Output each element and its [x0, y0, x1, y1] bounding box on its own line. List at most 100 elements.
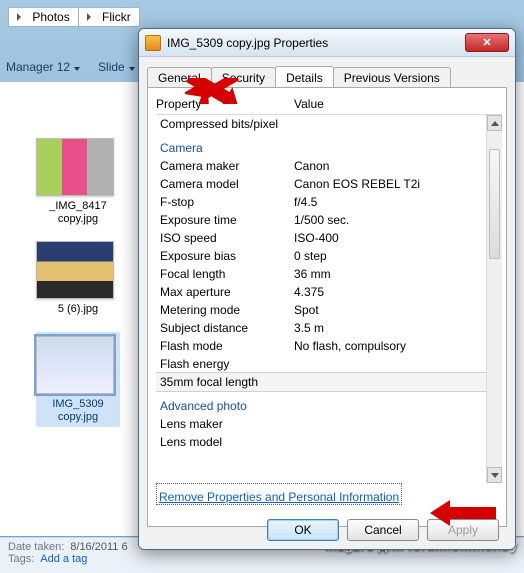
breadcrumb-segment[interactable]: Flickr [78, 7, 140, 27]
ok-button[interactable]: OK [267, 519, 339, 541]
property-value[interactable]: No flash, compulsory [294, 339, 502, 353]
file-name: IMG_5309 copy.jpg [36, 398, 120, 423]
file-thumb[interactable]: _IMG_8417 copy.jpg [36, 138, 120, 225]
breadcrumb-segment[interactable]: Photos [8, 7, 78, 27]
property-name: Flash mode [156, 339, 294, 353]
file-thumb[interactable]: 5 (6).jpg [36, 241, 120, 316]
properties-list[interactable]: Compressed bits/pixelCameraCamera makerC… [156, 115, 502, 483]
add-tag-link[interactable]: Add a tag [40, 553, 87, 565]
scrollbar[interactable] [486, 115, 502, 483]
dialog-buttons: OK Cancel Apply [267, 519, 499, 541]
image-file-icon [145, 35, 161, 51]
close-icon: ✕ [482, 36, 491, 49]
property-value[interactable]: Spot [294, 303, 502, 317]
property-row[interactable]: Camera modelCanon EOS REBEL T2i [156, 175, 502, 193]
property-row[interactable]: Flash energy [156, 355, 502, 373]
window-title: IMG_5309 copy.jpg Properties [167, 36, 465, 50]
property-row[interactable]: F-stopf/4.5 [156, 193, 502, 211]
property-name: Metering mode [156, 303, 294, 317]
property-value[interactable]: 36 mm [294, 267, 502, 281]
image-icon [36, 336, 114, 394]
explorer-toolbar: Manager 12 Slide [6, 60, 135, 74]
property-row[interactable]: Exposure bias0 step [156, 247, 502, 265]
cancel-button[interactable]: Cancel [347, 519, 419, 541]
property-row[interactable]: Exposure time1/500 sec. [156, 211, 502, 229]
property-value[interactable] [294, 357, 502, 371]
tab-general[interactable]: General [147, 67, 212, 87]
property-group[interactable]: Camera [156, 133, 502, 157]
image-icon [36, 138, 114, 196]
property-name: ISO speed [156, 231, 294, 245]
property-name: F-stop [156, 195, 294, 209]
property-name: Exposure bias [156, 249, 294, 263]
property-value[interactable]: 4.375 [294, 285, 502, 299]
chevron-right-icon [17, 13, 21, 21]
chevron-up-icon [491, 121, 499, 126]
file-name: _IMG_8417 copy.jpg [36, 200, 120, 225]
breadcrumb[interactable]: Photos Flickr [8, 6, 140, 28]
property-value[interactable] [294, 117, 502, 131]
property-value[interactable] [294, 375, 502, 389]
property-name: Flash energy [156, 357, 294, 371]
property-name: Camera maker [156, 159, 294, 173]
tab-pane-details: Property Value Compressed bits/pixel Came… [147, 87, 507, 527]
property-name: 35mm focal length [156, 375, 294, 389]
header-value[interactable]: Value [294, 97, 324, 111]
property-value[interactable] [294, 417, 502, 431]
property-row[interactable]: Subject distance3.5 m [156, 319, 502, 337]
property-row[interactable]: Compressed bits/pixel [156, 115, 502, 133]
property-name: Lens model [156, 435, 294, 449]
tab-security[interactable]: Security [211, 67, 276, 87]
property-value[interactable]: ISO-400 [294, 231, 502, 245]
properties-dialog: IMG_5309 copy.jpg Properties ✕ General S… [138, 28, 516, 550]
remove-properties-link[interactable]: Remove Properties and Personal Informati… [156, 483, 402, 505]
header-property[interactable]: Property [156, 97, 294, 111]
chevron-down-icon [491, 473, 499, 478]
property-row[interactable]: Lens maker [156, 415, 502, 433]
date-taken-label: Date taken: [8, 541, 64, 553]
tab-details[interactable]: Details [275, 66, 334, 87]
chevron-right-icon [87, 13, 91, 21]
file-name: 5 (6).jpg [36, 303, 120, 316]
title-bar[interactable]: IMG_5309 copy.jpg Properties ✕ [139, 29, 515, 57]
tab-strip: General Security Details Previous Versio… [147, 65, 507, 87]
property-value[interactable]: Canon [294, 159, 502, 173]
property-name: Camera model [156, 177, 294, 191]
property-row[interactable]: Max aperture4.375 [156, 283, 502, 301]
property-row[interactable]: Lens model [156, 433, 502, 451]
close-button[interactable]: ✕ [465, 33, 509, 52]
toolbar-item[interactable]: Manager 12 [6, 60, 80, 74]
scroll-down-button[interactable] [487, 467, 502, 483]
tab-previous-versions[interactable]: Previous Versions [333, 67, 451, 87]
property-group[interactable]: Advanced photo [156, 391, 502, 415]
property-row[interactable]: ISO speedISO-400 [156, 229, 502, 247]
file-thumb-selected[interactable]: IMG_5309 copy.jpg [36, 332, 120, 427]
property-value[interactable] [294, 435, 502, 449]
image-icon [36, 241, 114, 299]
list-header: Property Value [156, 94, 502, 115]
property-row[interactable]: Metering modeSpot [156, 301, 502, 319]
property-value[interactable]: f/4.5 [294, 195, 502, 209]
property-name: Lens maker [156, 417, 294, 431]
property-name: Subject distance [156, 321, 294, 335]
property-name: Compressed bits/pixel [156, 117, 294, 131]
property-value[interactable]: 3.5 m [294, 321, 502, 335]
dialog-body: General Security Details Previous Versio… [139, 57, 515, 549]
toolbar-item[interactable]: Slide [98, 60, 135, 74]
property-value[interactable]: Canon EOS REBEL T2i [294, 177, 502, 191]
property-name: Focal length [156, 267, 294, 281]
scroll-thumb[interactable] [489, 149, 500, 259]
thumbnail-panel: _IMG_8417 copy.jpg 5 (6).jpg IMG_5309 co… [18, 138, 138, 427]
property-name: Camera [156, 141, 502, 155]
property-row[interactable]: Camera makerCanon [156, 157, 502, 175]
property-value[interactable]: 1/500 sec. [294, 213, 502, 227]
property-row[interactable]: Focal length36 mm [156, 265, 502, 283]
property-name: Max aperture [156, 285, 294, 299]
property-name: Advanced photo [156, 399, 502, 413]
scroll-up-button[interactable] [487, 115, 502, 131]
property-value[interactable]: 0 step [294, 249, 502, 263]
date-taken-value: 8/16/2011 6 [70, 541, 127, 553]
apply-button[interactable]: Apply [427, 519, 499, 541]
property-row[interactable]: 35mm focal length [156, 373, 502, 391]
property-row[interactable]: Flash modeNo flash, compulsory [156, 337, 502, 355]
